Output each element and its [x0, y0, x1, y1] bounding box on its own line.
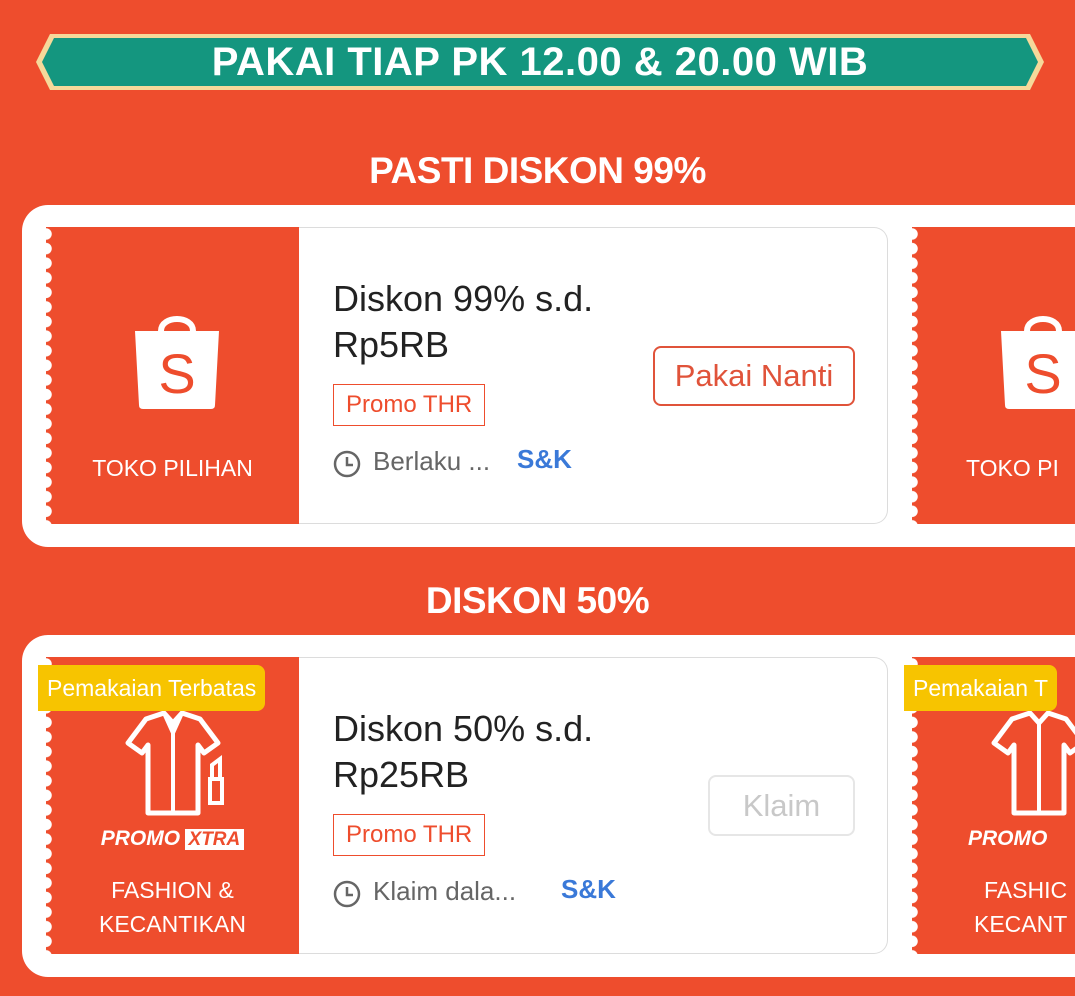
validity-text: Berlaku ... — [373, 446, 491, 476]
shopee-bag-icon: S — [1001, 316, 1075, 409]
voucher-category-label-2: KECANTIKAN — [99, 911, 246, 937]
voucher-title: Diskon 50% s.d. Rp25RB — [333, 706, 643, 798]
voucher-details: Diskon 99% s.d. Rp5RB Promo THR Berlaku … — [299, 227, 888, 524]
next-voucher-category-label: TOKO PI — [966, 455, 1059, 481]
fashion-icon — [991, 710, 1075, 816]
banner-text: PAKAI TIAP PK 12.00 & 20.00 WIB — [211, 39, 869, 84]
claim-button[interactable]: Klaim — [708, 775, 855, 836]
next-voucher-card[interactable]: S TOKO PI — [912, 227, 1075, 524]
voucher-carousel-50[interactable]: PROMO XTRA FASHION & KECANTIKAN Pemakaia… — [22, 635, 1075, 977]
voucher-category-tile: S TOKO PILIHAN — [46, 227, 299, 524]
use-later-button[interactable]: Pakai Nanti — [653, 346, 855, 406]
terms-link[interactable]: S&K — [561, 874, 616, 905]
promo-xtra-logo: PROMO XTRA — [46, 827, 299, 851]
limited-usage-badge: Pemakaian Terbatas — [38, 665, 266, 711]
terms-link[interactable]: S&K — [517, 444, 572, 475]
promo-logo-right: XTRA — [184, 829, 245, 850]
voucher-carousel-99[interactable]: S TOKO PILIHAN Diskon 99% s.d. Rp5RB Pro… — [22, 205, 1075, 547]
validity-text: Klaim dala... — [373, 876, 517, 906]
promo-logo-left: PROMO — [100, 827, 181, 850]
voucher-title-line2: Rp5RB — [333, 324, 450, 365]
promo-tag: Promo THR — [333, 384, 486, 426]
svg-text:S: S — [158, 342, 195, 405]
voucher-title-line1: Diskon 99% s.d. — [333, 278, 594, 319]
next-promo-logo: PROMO — [968, 827, 1048, 850]
voucher-title: Diskon 99% s.d. Rp5RB — [333, 276, 643, 368]
voucher-details: Diskon 50% s.d. Rp25RB Promo THR Klaim d… — [299, 657, 888, 954]
ticket-perforation — [912, 227, 919, 524]
svg-text:S: S — [1024, 342, 1061, 405]
clock-icon — [333, 450, 361, 478]
section-title-99: PASTI DISKON 99% — [369, 150, 706, 191]
voucher-title-line1: Diskon 50% s.d. — [333, 708, 594, 749]
voucher-title-line2: Rp25RB — [333, 754, 470, 795]
next-limited-usage-badge: Pemakaian T — [904, 665, 1058, 711]
next-voucher-category-label-2: KECANT — [974, 911, 1068, 937]
section-title-50: DISKON 50% — [425, 580, 650, 621]
voucher-category-label: TOKO PILIHAN — [92, 455, 253, 481]
clock-icon — [333, 880, 361, 908]
fashion-icon — [125, 710, 224, 816]
voucher-category-label-1: FASHION & — [111, 877, 234, 903]
shopee-bag-icon: S — [135, 316, 219, 409]
promo-tag: Promo THR — [333, 814, 486, 856]
next-voucher-category-label-1: FASHIC — [984, 877, 1068, 903]
schedule-banner: PAKAI TIAP PK 12.00 & 20.00 WIB — [32, 28, 1048, 96]
